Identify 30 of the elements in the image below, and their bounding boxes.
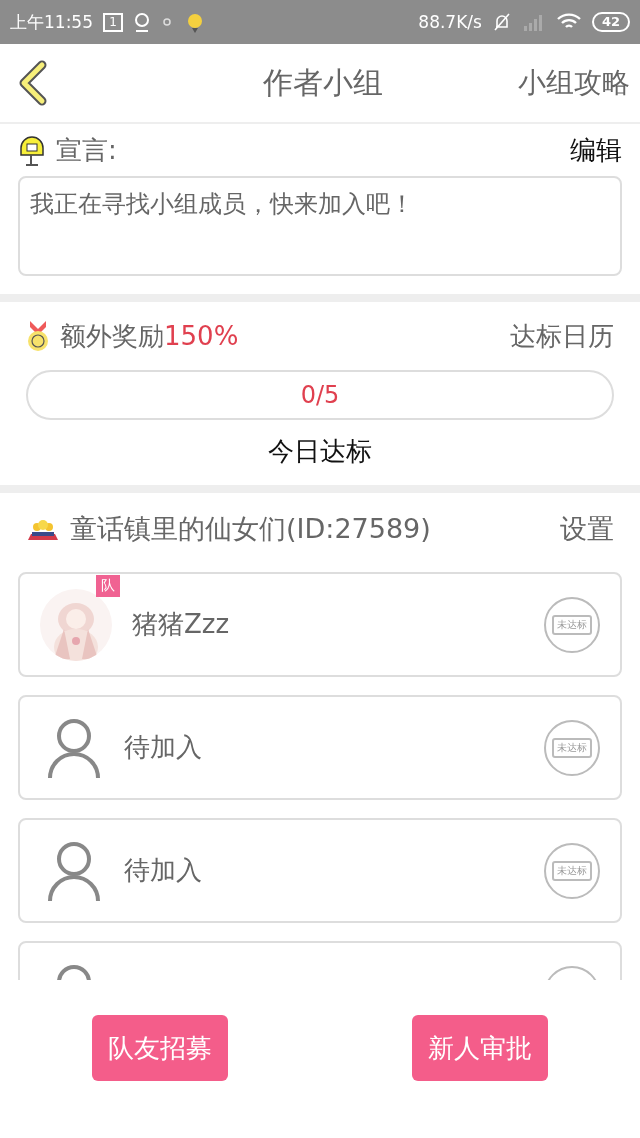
settings-link[interactable]: 设置 [560,511,614,547]
action-button[interactable]: 队友招募 [92,1015,228,1081]
member-card[interactable]: 队 猪猪Zzz 未达标 [18,572,622,677]
member-name: 猪猪Zzz [132,608,230,641]
bell-muted-icon [491,12,512,32]
battery-icon: 42 [591,12,630,32]
declaration-text: 我正在寻找小组成员，快来加入吧！ [18,176,622,276]
today-goal-label: 今日达标 [267,435,373,468]
member-card[interactable]: 待加入 未达标 [18,695,622,800]
mailbox-icon [18,133,46,167]
network-speed: 88.7K/s [418,12,482,32]
calendar-link[interactable]: 达标日历 [510,318,614,354]
bonus-label: 额外奖励150% [60,319,239,353]
group-name: 童话镇里的仙女们(ID:27589) [70,512,431,546]
stamp-label: 未达标 [552,737,592,758]
stamp-label: 未达标 [552,860,592,881]
member-name: 待加入 [124,731,202,764]
declaration-label: 宣言: [56,133,117,167]
group-guide-link[interactable]: 小组攻略 [518,64,630,102]
edit-link[interactable]: 编辑 [570,132,622,168]
member-card[interactable]: 待加入 未达标 [18,818,622,923]
stamp-label: 未达标 [552,614,592,635]
page-title: 作者小组 [263,63,383,102]
captain-badge: 队 [96,574,120,597]
location-icon [133,11,151,33]
member-name: 待加入 [124,854,202,887]
medal-icon [26,319,50,353]
calendar-icon: 1 [103,12,123,32]
action-button[interactable]: 新人审批 [412,1015,548,1081]
status-time: 上午11:55 [10,10,93,34]
